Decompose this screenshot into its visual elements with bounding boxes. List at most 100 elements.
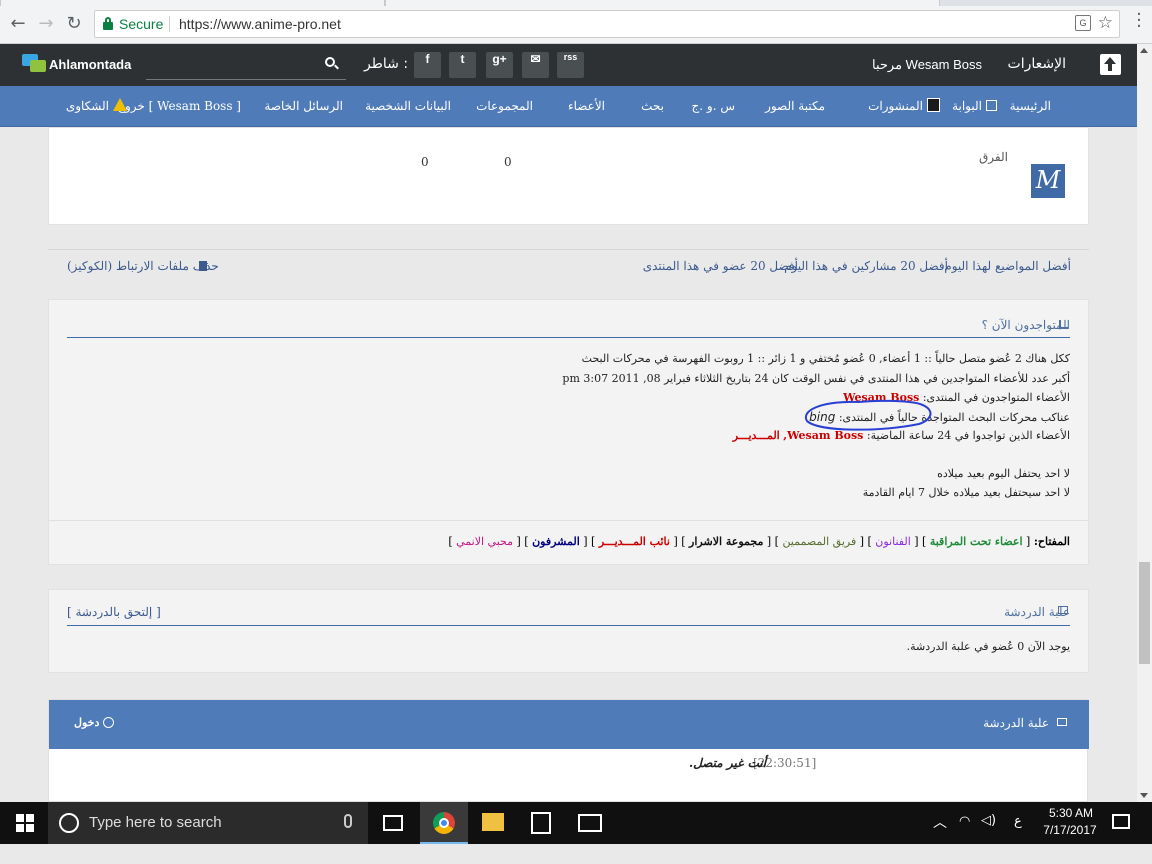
url-text[interactable]: https://www.anime-pro.net <box>179 16 341 32</box>
nav-groups[interactable]: المجموعات <box>476 99 533 113</box>
microphone-icon[interactable] <box>344 814 352 828</box>
shater-label: شاطر : <box>364 56 409 72</box>
welcome-text[interactable]: مرحبا Wesam Boss <box>872 57 982 73</box>
clock-time[interactable]: 5:30 AM <box>1043 806 1099 820</box>
task-view-icon[interactable] <box>383 815 403 831</box>
nav-faq[interactable]: س .و .ج <box>692 99 735 113</box>
birthday-week: لا احد سيحتفل بعيد ميلاده خلال 7 ايام ال… <box>862 486 1070 499</box>
divider <box>49 520 1088 521</box>
divider <box>169 16 170 32</box>
chat-login-link[interactable]: دخول <box>74 716 99 729</box>
online-members-label: الأعضاء المتواجدون في المنتدى: <box>922 391 1070 404</box>
chat-header: علبة الدردشة دخول <box>49 700 1089 749</box>
who-is-online-panel: المتواجدون الآن ؟ ككل هناك 2 عُضو متصل ح… <box>48 299 1089 565</box>
action-center-icon[interactable] <box>1112 814 1130 829</box>
cortana-icon[interactable] <box>59 813 79 833</box>
nav-private-messages[interactable]: الرسائل الخاصة <box>264 99 343 113</box>
online-title[interactable]: المتواجدون الآن ؟ <box>982 318 1070 332</box>
mail-icon[interactable] <box>578 814 602 832</box>
address-bar[interactable]: Secure https://www.anime-pro.net G ☆ <box>94 10 1120 38</box>
forward-icon[interactable]: → <box>34 12 58 36</box>
portal-icon <box>986 100 997 111</box>
back-icon[interactable]: ← <box>6 12 30 36</box>
twitter-icon[interactable]: t <box>449 52 476 78</box>
search-input[interactable] <box>146 52 346 80</box>
lock-icon <box>103 17 113 30</box>
facebook-icon[interactable]: f <box>414 52 441 78</box>
online-summary: ككل هناك 2 عُضو متصل حالياً :: 1 أعضاء, … <box>581 352 1070 365</box>
nav-members[interactable]: الأعضاء <box>568 99 605 113</box>
legend-item[interactable]: المشرفون <box>532 535 580 548</box>
divider <box>67 625 1070 626</box>
delete-cookies-link[interactable]: حذف ملفات الارتباط (الكوكيز) <box>67 259 219 273</box>
mail-icon[interactable]: ✉ <box>522 52 549 78</box>
taskbar-search-input[interactable]: Type here to search <box>48 802 368 844</box>
scroll-thumb[interactable] <box>1139 562 1150 664</box>
rss-icon[interactable]: rss <box>557 52 584 78</box>
scroll-up-icon[interactable] <box>1140 48 1148 53</box>
translate-icon[interactable]: G <box>1075 15 1091 31</box>
posts-icon <box>927 98 940 112</box>
secure-label: Secure <box>119 16 164 32</box>
nav-logout[interactable]: خروج [ Wesam Boss ] <box>117 99 241 113</box>
group-avatar[interactable]: M <box>1031 164 1065 198</box>
groups-label[interactable]: الفرق <box>979 150 1008 164</box>
legend-item[interactable]: مجموعة الاشرار <box>689 535 763 548</box>
nav-portal[interactable]: البوابة <box>952 99 982 113</box>
legend-item[interactable]: نائب المـــديـــر <box>599 535 670 548</box>
top20-forum-link[interactable]: أفضل 20 عضو في هذا المنتدى <box>643 259 798 273</box>
chrome-taskbar-button[interactable] <box>420 802 468 844</box>
tab-strip <box>0 0 1152 6</box>
login-icon[interactable] <box>103 717 114 728</box>
search-icon[interactable] <box>325 57 339 70</box>
nav-profile[interactable]: البيانات الشخصية <box>365 99 451 113</box>
group-value: 0 <box>504 155 512 169</box>
store-icon[interactable] <box>531 812 551 834</box>
browser-tab[interactable] <box>385 0 940 6</box>
browser-toolbar: ← → ↻ Secure https://www.anime-pro.net G… <box>0 0 1152 44</box>
legend-item[interactable]: اعضاء تحت المراقبة <box>930 535 1023 548</box>
clock-date[interactable]: 7/17/2017 <box>1039 823 1101 837</box>
group-value: 0 <box>421 155 429 169</box>
nav-posts[interactable]: المنشورات <box>868 99 923 113</box>
reload-icon[interactable]: ↻ <box>62 12 86 36</box>
join-chat-link[interactable]: [ إلتحق بالدردشة ] <box>67 605 161 619</box>
chat-title[interactable]: علبة الدردشة <box>983 716 1049 730</box>
nav-home[interactable]: الرئيسية <box>1010 99 1051 113</box>
nav-gallery[interactable]: مكتبة الصور <box>765 99 825 113</box>
legend: المفتاح: [ اعضاء تحت المراقبة ] [ الفنان… <box>448 535 1070 548</box>
legend-item[interactable]: الفنانون <box>875 535 910 548</box>
volume-icon[interactable]: ◁) <box>981 813 996 828</box>
windows-start-icon[interactable] <box>16 814 34 832</box>
wifi-icon[interactable]: ◠ <box>959 814 970 829</box>
file-explorer-icon[interactable] <box>482 813 504 831</box>
chat-icon <box>1058 606 1068 614</box>
divider <box>48 249 1089 250</box>
legend-item[interactable]: فريق المصممين <box>782 535 856 548</box>
google-plus-icon[interactable]: g+ <box>486 52 513 78</box>
chrome-icon-center <box>439 818 449 828</box>
scroll-down-icon[interactable] <box>1140 793 1148 798</box>
groups-panel: الفرق M 0 0 <box>48 127 1089 225</box>
scroll-top-icon[interactable] <box>1100 54 1121 75</box>
nav-complaints[interactable]: الشكاوى <box>66 99 109 113</box>
logo-text[interactable]: Ahlamontada <box>49 57 131 72</box>
chatbox-count: يوجد الآن 0 عُضو في علبة الدردشة. <box>906 640 1070 653</box>
ahlamontada-logo-icon[interactable] <box>22 52 46 74</box>
top-topics-link[interactable]: أفضل المواضيع لهذا اليوم <box>944 259 1071 273</box>
chrome-menu-icon[interactable]: · · · <box>1136 6 1142 36</box>
main-nav: الرئيسية البوابة المنشورات مكتبة الصور س… <box>0 86 1137 127</box>
warning-icon <box>113 98 127 111</box>
notifications-link[interactable]: الإشعارات <box>1008 56 1066 72</box>
chevron-up-icon[interactable]: ︿ <box>933 812 947 832</box>
bookmark-star-icon[interactable]: ☆ <box>1098 13 1113 33</box>
stats-icon <box>1059 320 1068 329</box>
nav-search[interactable]: بحث <box>641 99 664 113</box>
legend-item[interactable]: محبي الانمي <box>456 535 513 548</box>
language-indicator[interactable]: ع <box>1014 814 1022 829</box>
hand-drawn-circle <box>804 399 932 431</box>
browser-tab[interactable] <box>0 0 385 6</box>
online-user-link[interactable]: المـــديـــر <box>733 429 780 442</box>
top20-today-link[interactable]: أفضل 20 مشاركين في هذا اليوم <box>784 259 948 273</box>
page-scrollbar[interactable] <box>1137 44 1152 802</box>
